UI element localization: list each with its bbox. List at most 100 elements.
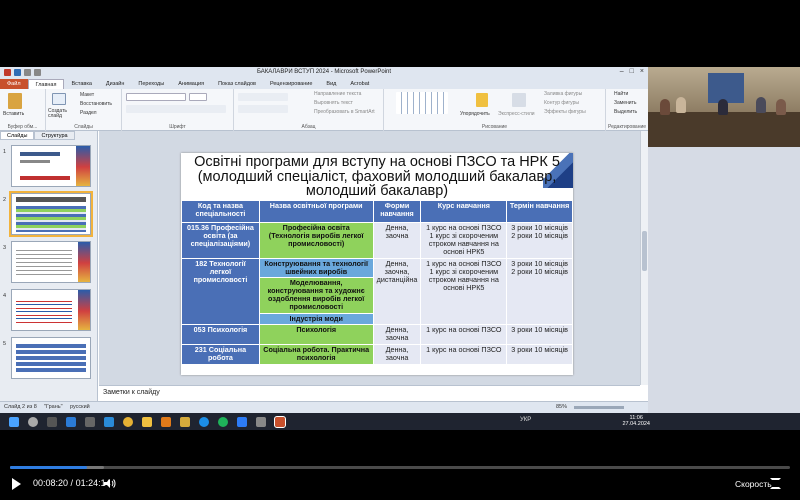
- tab-insert[interactable]: Вставка: [64, 79, 98, 89]
- tab-outline[interactable]: Структура: [34, 131, 75, 140]
- cell-program: Соціальна робота. Практична психологія: [258, 344, 374, 365]
- text-direction-button[interactable]: Направление текста: [314, 91, 361, 97]
- slide-thumbnail-1[interactable]: [11, 145, 91, 187]
- shape-fill-button[interactable]: Заливка фигуры: [544, 91, 582, 97]
- skype-icon[interactable]: [199, 416, 209, 427]
- drawing-group: Упорядочить Экспресс-стили Заливка фигур…: [384, 89, 606, 131]
- slide-thumbnail-2[interactable]: [9, 191, 93, 237]
- participant: [676, 97, 686, 113]
- fullscreen-icon[interactable]: [770, 478, 781, 489]
- camera-icon[interactable]: [85, 416, 95, 427]
- paste-button[interactable]: Вставить: [3, 111, 24, 117]
- maximize-icon[interactable]: □: [630, 68, 634, 75]
- windows-taskbar: УКР 11:06 27.04.2024: [0, 413, 800, 430]
- table-row: 053 Психологія Психологія Денна, заочна …: [181, 324, 573, 345]
- tab-design[interactable]: Дизайн: [99, 79, 132, 89]
- keyboard-language[interactable]: УКР: [520, 417, 531, 423]
- window-controls[interactable]: – □ ×: [620, 68, 644, 75]
- thumb-number: 3: [3, 245, 7, 251]
- vertical-scrollbar[interactable]: [640, 131, 648, 385]
- slide-thumbnail-5[interactable]: [11, 337, 91, 379]
- list-buttons[interactable]: [238, 93, 288, 101]
- ribbon: Вставить Буфер обм... Создать слайд Маке…: [0, 89, 648, 131]
- header-program: Назва освітньої програми: [258, 200, 374, 223]
- table-header-row: Код та назва спеціальності Назва освітнь…: [181, 200, 573, 223]
- tab-animation[interactable]: Анимация: [171, 79, 211, 89]
- clipboard-group: Вставить Буфер обм...: [0, 89, 46, 131]
- new-slide-icon[interactable]: [52, 93, 66, 105]
- tab-slides[interactable]: Слайды: [0, 131, 35, 140]
- clock-date: 27.04.2024: [622, 421, 650, 427]
- font-name-field[interactable]: [126, 93, 186, 101]
- vlc-icon[interactable]: [161, 416, 171, 427]
- table-row: 182 Технології легкої промисловості Конс…: [181, 258, 573, 325]
- find-button[interactable]: Найти: [614, 91, 628, 97]
- create-slide-button[interactable]: Создать слайд: [48, 109, 74, 119]
- slide-canvas[interactable]: Освітні програми для вступу на основі ПЗ…: [181, 153, 573, 375]
- language-indicator[interactable]: русский: [70, 404, 90, 410]
- wechat-icon[interactable]: [218, 416, 228, 427]
- select-button[interactable]: Выделить: [614, 109, 637, 115]
- slide-thumbnail-3[interactable]: [11, 241, 91, 283]
- chrome-icon[interactable]: [123, 416, 133, 427]
- cell-form: Денна, заочна: [372, 344, 422, 365]
- zoom-slider[interactable]: [574, 406, 624, 409]
- play-icon[interactable]: [12, 478, 21, 490]
- folder-icon[interactable]: [142, 416, 152, 427]
- tab-view[interactable]: Вид: [319, 79, 343, 89]
- tab-review[interactable]: Рецензирование: [263, 79, 319, 89]
- edge-icon[interactable]: [104, 416, 114, 427]
- clock[interactable]: 11:06 27.04.2024: [622, 415, 650, 427]
- volume-icon[interactable]: [104, 478, 116, 489]
- cell-code: 231 Соціальна робота: [181, 344, 260, 365]
- zoom-icon[interactable]: [237, 416, 247, 427]
- ribbon-tabs: Файл Главная Вставка Дизайн Переходы Ани…: [0, 79, 648, 89]
- cell-program: Психологія: [258, 324, 374, 345]
- section-button[interactable]: Раздел: [80, 110, 97, 116]
- progress-bar[interactable]: [10, 466, 790, 469]
- paragraph-group-label: Абзац: [301, 124, 316, 130]
- task-view-icon[interactable]: [47, 416, 57, 427]
- font-format-buttons[interactable]: [126, 105, 226, 113]
- app-icon[interactable]: [256, 416, 266, 427]
- tab-home[interactable]: Главная: [27, 79, 65, 89]
- shapes-gallery[interactable]: [396, 92, 448, 114]
- zoom-level[interactable]: 85%: [556, 404, 567, 410]
- scroll-thumb[interactable]: [642, 231, 647, 271]
- quick-styles-icon[interactable]: [512, 93, 526, 107]
- tab-file[interactable]: Файл: [0, 79, 28, 89]
- window-title: БАКАЛАВРИ ВСТУП 2024 - Microsoft PowerPo…: [256, 69, 392, 75]
- arrange-button[interactable]: Упорядочить: [460, 111, 490, 117]
- title-bar: БАКАЛАВРИ ВСТУП 2024 - Microsoft PowerPo…: [0, 67, 648, 79]
- shape-effects-button[interactable]: Эффекты фигуры: [544, 109, 586, 115]
- speed-button[interactable]: Скорость: [735, 479, 772, 489]
- tab-transitions[interactable]: Переходы: [131, 79, 171, 89]
- powerpoint-icon[interactable]: [274, 415, 286, 428]
- file-manager-icon[interactable]: [180, 416, 190, 427]
- quick-styles-button[interactable]: Экспресс-стили: [498, 111, 535, 117]
- notes-pane[interactable]: Заметки к слайду: [99, 385, 640, 401]
- align-text-button[interactable]: Выровнять текст: [314, 100, 353, 106]
- reset-button[interactable]: Восстановить: [80, 101, 112, 107]
- align-buttons[interactable]: [238, 105, 288, 113]
- start-icon[interactable]: [9, 416, 19, 427]
- thumb-number: 5: [3, 341, 7, 347]
- slide-title[interactable]: Освітні програми для вступу на основі ПЗ…: [181, 155, 573, 199]
- paste-icon[interactable]: [8, 93, 22, 109]
- slide-thumbnail-4[interactable]: [11, 289, 91, 331]
- tab-acrobat[interactable]: Acrobat: [343, 79, 376, 89]
- cell-term: 3 роки 10 місяців: [506, 344, 573, 365]
- minimize-icon[interactable]: –: [620, 68, 624, 75]
- close-icon[interactable]: ×: [640, 68, 644, 75]
- search-icon[interactable]: [28, 416, 38, 427]
- replace-button[interactable]: Заменить: [614, 100, 636, 106]
- shape-outline-button[interactable]: Контур фигуры: [544, 100, 579, 106]
- layout-button[interactable]: Макет: [80, 92, 94, 98]
- font-size-field[interactable]: [189, 93, 207, 101]
- cell-form: Денна, заочна, дистанційна: [372, 258, 422, 325]
- arrange-icon[interactable]: [476, 93, 488, 107]
- programs-table[interactable]: Код та назва спеціальності Назва освітнь…: [181, 200, 573, 365]
- smartart-button[interactable]: Преобразовать в SmartArt: [314, 109, 375, 115]
- mail-icon[interactable]: [66, 416, 76, 427]
- tab-slideshow[interactable]: Показ слайдов: [211, 79, 263, 89]
